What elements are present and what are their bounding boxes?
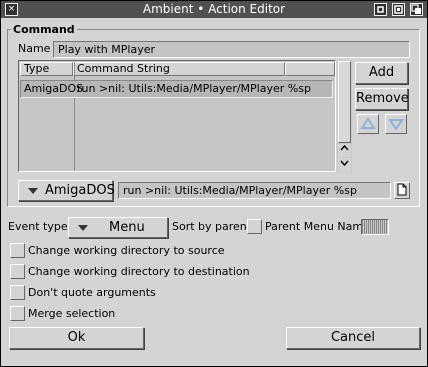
remove-button[interactable]: Remove — [355, 88, 409, 110]
command-type-cycle[interactable]: AmigaDOS — [18, 180, 115, 201]
list-scrollbar[interactable] — [337, 60, 352, 172]
scrollbar-knob[interactable] — [338, 61, 351, 143]
command-group-title: Command — [11, 23, 77, 36]
cd-destination-checkbox[interactable] — [10, 264, 25, 279]
scroll-up-icon[interactable] — [338, 144, 351, 157]
move-up-button[interactable] — [357, 114, 379, 134]
event-type-value: Menu — [109, 220, 145, 235]
column-header-command[interactable]: Command String — [73, 62, 285, 76]
parent-menu-name-label: Parent Menu Name — [265, 220, 370, 233]
arrow-up-icon — [360, 117, 376, 129]
command-type-value: AmigaDOS — [45, 183, 115, 198]
column-header-blank — [285, 62, 335, 76]
row-command-cell: run >nil: Utils:Media/MPlayer/MPlayer %s… — [77, 82, 311, 95]
table-row[interactable]: AmigaDOS run >nil: Utils:Media/MPlayer/M… — [20, 80, 333, 98]
title-bar[interactable]: × Ambient • Action Editor — [1, 1, 427, 18]
cancel-button[interactable]: Cancel — [286, 327, 420, 349]
ok-button[interactable]: Ok — [9, 327, 144, 349]
column-divider — [74, 62, 75, 170]
file-requester-button[interactable] — [394, 182, 410, 199]
move-down-button[interactable] — [385, 114, 407, 134]
cycle-icon — [78, 225, 88, 231]
file-icon — [397, 183, 407, 196]
add-button[interactable]: Add — [355, 62, 408, 84]
row-type-cell: AmigaDOS — [24, 82, 84, 95]
zoom-icon[interactable] — [392, 3, 405, 16]
cd-source-checkbox[interactable] — [10, 243, 25, 258]
cycle-icon — [28, 188, 38, 194]
window-title: Ambient • Action Editor — [142, 2, 286, 16]
cd-destination-label: Change working directory to destination — [28, 265, 250, 278]
dont-quote-checkbox[interactable] — [10, 285, 25, 300]
name-label: Name : — [18, 42, 58, 55]
command-list[interactable]: Type Command String AmigaDOS run >nil: U… — [18, 60, 336, 172]
name-field[interactable]: Play with MPlayer — [53, 41, 410, 58]
sort-by-parent-label: Sort by parent — [172, 220, 252, 233]
parent-menu-name-field[interactable] — [361, 219, 389, 235]
event-type-label: Event type: — [8, 220, 72, 233]
column-header-type[interactable]: Type — [20, 62, 73, 76]
merge-selection-label: Merge selection — [28, 307, 116, 320]
command-string-field[interactable]: run >nil: Utils:Media/MPlayer/MPlayer %s… — [118, 182, 391, 199]
dont-quote-label: Don't quote arguments — [28, 286, 156, 299]
action-editor-window: × Ambient • Action Editor Command Name :… — [0, 0, 428, 367]
merge-selection-checkbox[interactable] — [10, 306, 25, 321]
scroll-down-icon[interactable] — [338, 158, 351, 171]
event-type-cycle[interactable]: Menu — [68, 217, 168, 238]
sort-by-parent-checkbox[interactable] — [247, 219, 262, 234]
cd-source-label: Change working directory to source — [28, 244, 225, 257]
depth-icon[interactable] — [410, 3, 423, 16]
arrow-down-icon — [388, 119, 404, 131]
iconify-icon[interactable] — [374, 3, 387, 16]
